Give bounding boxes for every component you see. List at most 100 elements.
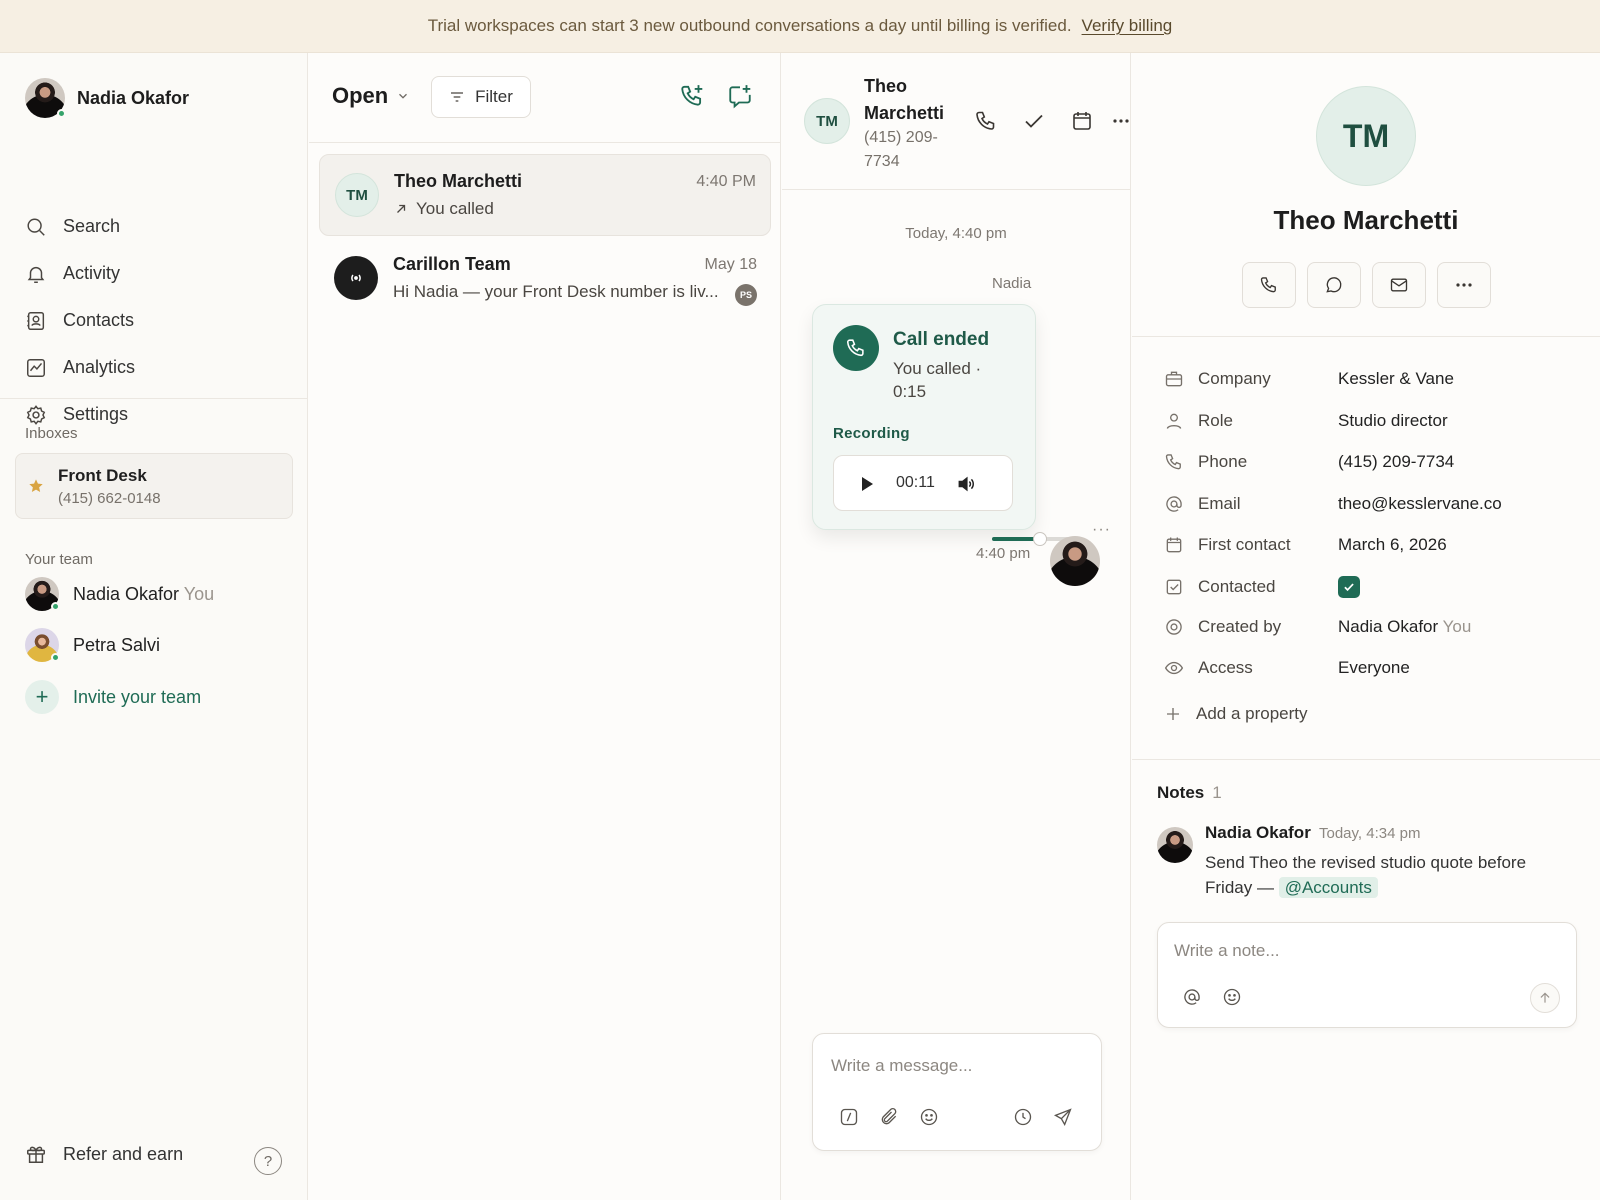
arrow-up-icon — [1540, 992, 1550, 1003]
sidebar-nav: Search Activity Contacts Analytics Setti… — [25, 203, 285, 438]
new-message-icon[interactable] — [727, 83, 753, 109]
play-icon[interactable] — [860, 476, 874, 492]
property-phone[interactable]: Phone (415) 209-7734 — [1164, 452, 1454, 472]
conversation-item-carillon[interactable]: Carillon Team May 18 Hi Nadia — your Fro… — [319, 238, 771, 320]
notes-header: Notes 1 — [1157, 783, 1222, 803]
sidebar-item-search[interactable]: Search — [25, 203, 285, 250]
property-value: Studio director — [1338, 411, 1448, 430]
property-value: theo@kesslervane.co — [1338, 494, 1502, 513]
invite-label: Invite your team — [73, 686, 202, 707]
new-call-icon[interactable] — [679, 83, 705, 109]
online-indicator — [51, 602, 60, 611]
conversation-time: 4:40 PM — [696, 173, 756, 190]
sidebar-item-activity[interactable]: Activity — [25, 250, 285, 297]
sidebar-item-analytics[interactable]: Analytics — [25, 344, 285, 391]
message-composer[interactable]: Write a message... — [812, 1033, 1102, 1151]
outgoing-arrow-icon — [397, 204, 406, 213]
more-button[interactable] — [1437, 262, 1491, 308]
briefcase-icon — [1165, 371, 1183, 387]
note-body: Send Theo the revised studio quote befor… — [1205, 850, 1555, 900]
mention-icon[interactable] — [1182, 987, 1202, 1007]
team-member-petra[interactable]: Petra Salvi — [25, 628, 160, 662]
team-member-nadia[interactable]: Nadia Okafor You — [25, 577, 214, 611]
conversation-item-theo[interactable]: TM Theo Marchetti 4:40 PM You called — [319, 154, 771, 236]
preview-text: Hi Nadia — your Front Desk number is liv… — [393, 282, 719, 301]
target-icon — [1166, 619, 1182, 635]
calendar-icon[interactable] — [1070, 109, 1094, 133]
user-menu[interactable]: Nadia Okafor — [25, 78, 189, 118]
contact-actions — [1242, 262, 1491, 308]
filter-button[interactable]: Filter — [431, 76, 531, 118]
property-contacted[interactable]: Contacted — [1164, 576, 1360, 598]
recording-label: Recording — [833, 425, 910, 442]
contact-phone: (415) 209-7734 — [864, 129, 938, 170]
conversation-time: May 18 — [704, 256, 757, 273]
conversation-list: Open Filter TM Theo Marchetti 4:40 PM Yo… — [309, 53, 781, 1200]
property-value: Kessler & Vane — [1338, 369, 1454, 388]
contacted-checkbox[interactable] — [1338, 576, 1360, 598]
mention-tag[interactable]: @Accounts — [1278, 877, 1378, 898]
add-property-label: Add a property — [1196, 704, 1308, 723]
emoji-icon[interactable] — [1222, 987, 1242, 1007]
property-access[interactable]: Access Everyone — [1164, 658, 1410, 678]
gift-icon — [27, 1146, 45, 1163]
email-button[interactable] — [1372, 262, 1426, 308]
sidebar-item-label: Activity — [63, 263, 121, 283]
property-label: Company — [1198, 369, 1271, 388]
property-role[interactable]: Role Studio director — [1164, 411, 1448, 431]
team-member-name: Nadia Okafor — [73, 583, 180, 604]
assignee-badge: PS — [735, 284, 757, 306]
contact-name-large: Theo Marchetti — [1273, 205, 1459, 235]
schedule-icon[interactable] — [1013, 1107, 1033, 1127]
status-dropdown[interactable]: Open — [332, 83, 410, 109]
notes-count: 1 — [1212, 783, 1222, 802]
property-email[interactable]: Email theo@kesslervane.co — [1164, 494, 1502, 514]
calendar-icon — [1166, 537, 1182, 553]
filter-icon — [451, 92, 464, 102]
call-button[interactable] — [1242, 262, 1296, 308]
details-divider — [1132, 759, 1600, 760]
note-author: Nadia Okafor — [1205, 823, 1311, 842]
more-icon[interactable] — [1112, 109, 1130, 133]
user-name: Nadia Okafor — [77, 87, 190, 108]
property-label: Access — [1198, 658, 1253, 677]
submit-note-button[interactable] — [1530, 983, 1560, 1013]
verify-billing-link[interactable]: Verify billing — [1082, 16, 1173, 36]
attachment-icon[interactable] — [879, 1107, 899, 1127]
sidebar-item-label: Settings — [63, 404, 129, 424]
phone-icon — [1260, 277, 1276, 293]
note-time: Today, 4:34 pm — [1319, 825, 1421, 842]
check-icon[interactable] — [1022, 109, 1046, 133]
help-button[interactable]: ? — [254, 1147, 282, 1175]
property-value: Everyone — [1338, 658, 1410, 677]
emoji-icon[interactable] — [919, 1107, 939, 1127]
sidebar-item-label: Search — [63, 216, 121, 236]
playback-time: 00:11 — [896, 474, 935, 491]
slash-command-icon[interactable] — [839, 1107, 859, 1127]
note-input[interactable]: Write a note... — [1174, 941, 1280, 961]
playback-slider-handle[interactable] — [1033, 532, 1047, 546]
conversation-name: Theo Marchetti — [394, 171, 523, 191]
message-sender: Nadia — [992, 275, 1032, 292]
volume-icon[interactable] — [956, 474, 976, 494]
property-company[interactable]: Company Kessler & Vane — [1164, 369, 1454, 389]
message-input[interactable]: Write a message... — [831, 1056, 972, 1076]
refer-and-earn[interactable]: Refer and earn — [25, 1143, 183, 1165]
property-first-contact[interactable]: First contact March 6, 2026 — [1164, 535, 1447, 555]
checkbox-icon — [1166, 579, 1182, 595]
inbox-front-desk[interactable]: Front Desk (415) 662-0148 — [15, 453, 293, 519]
property-label: Role — [1198, 411, 1233, 430]
sidebar-item-contacts[interactable]: Contacts — [25, 297, 285, 344]
send-icon[interactable] — [1053, 1107, 1073, 1127]
note-composer[interactable]: Write a note... — [1157, 922, 1577, 1028]
person-icon — [1166, 413, 1182, 429]
invite-team-button[interactable]: + Invite your team — [25, 680, 201, 714]
inbox-name: Front Desk — [58, 465, 147, 485]
message-options-icon[interactable]: ··· — [1092, 521, 1111, 539]
conversation-preview: Hi Nadia — your Front Desk number is liv… — [393, 282, 719, 302]
phone-icon[interactable] — [974, 109, 998, 133]
phone-icon — [846, 339, 864, 357]
message-button[interactable] — [1307, 262, 1361, 308]
add-property-button[interactable]: Add a property — [1164, 704, 1308, 724]
property-created-by[interactable]: Created by Nadia Okafor You — [1164, 617, 1471, 637]
